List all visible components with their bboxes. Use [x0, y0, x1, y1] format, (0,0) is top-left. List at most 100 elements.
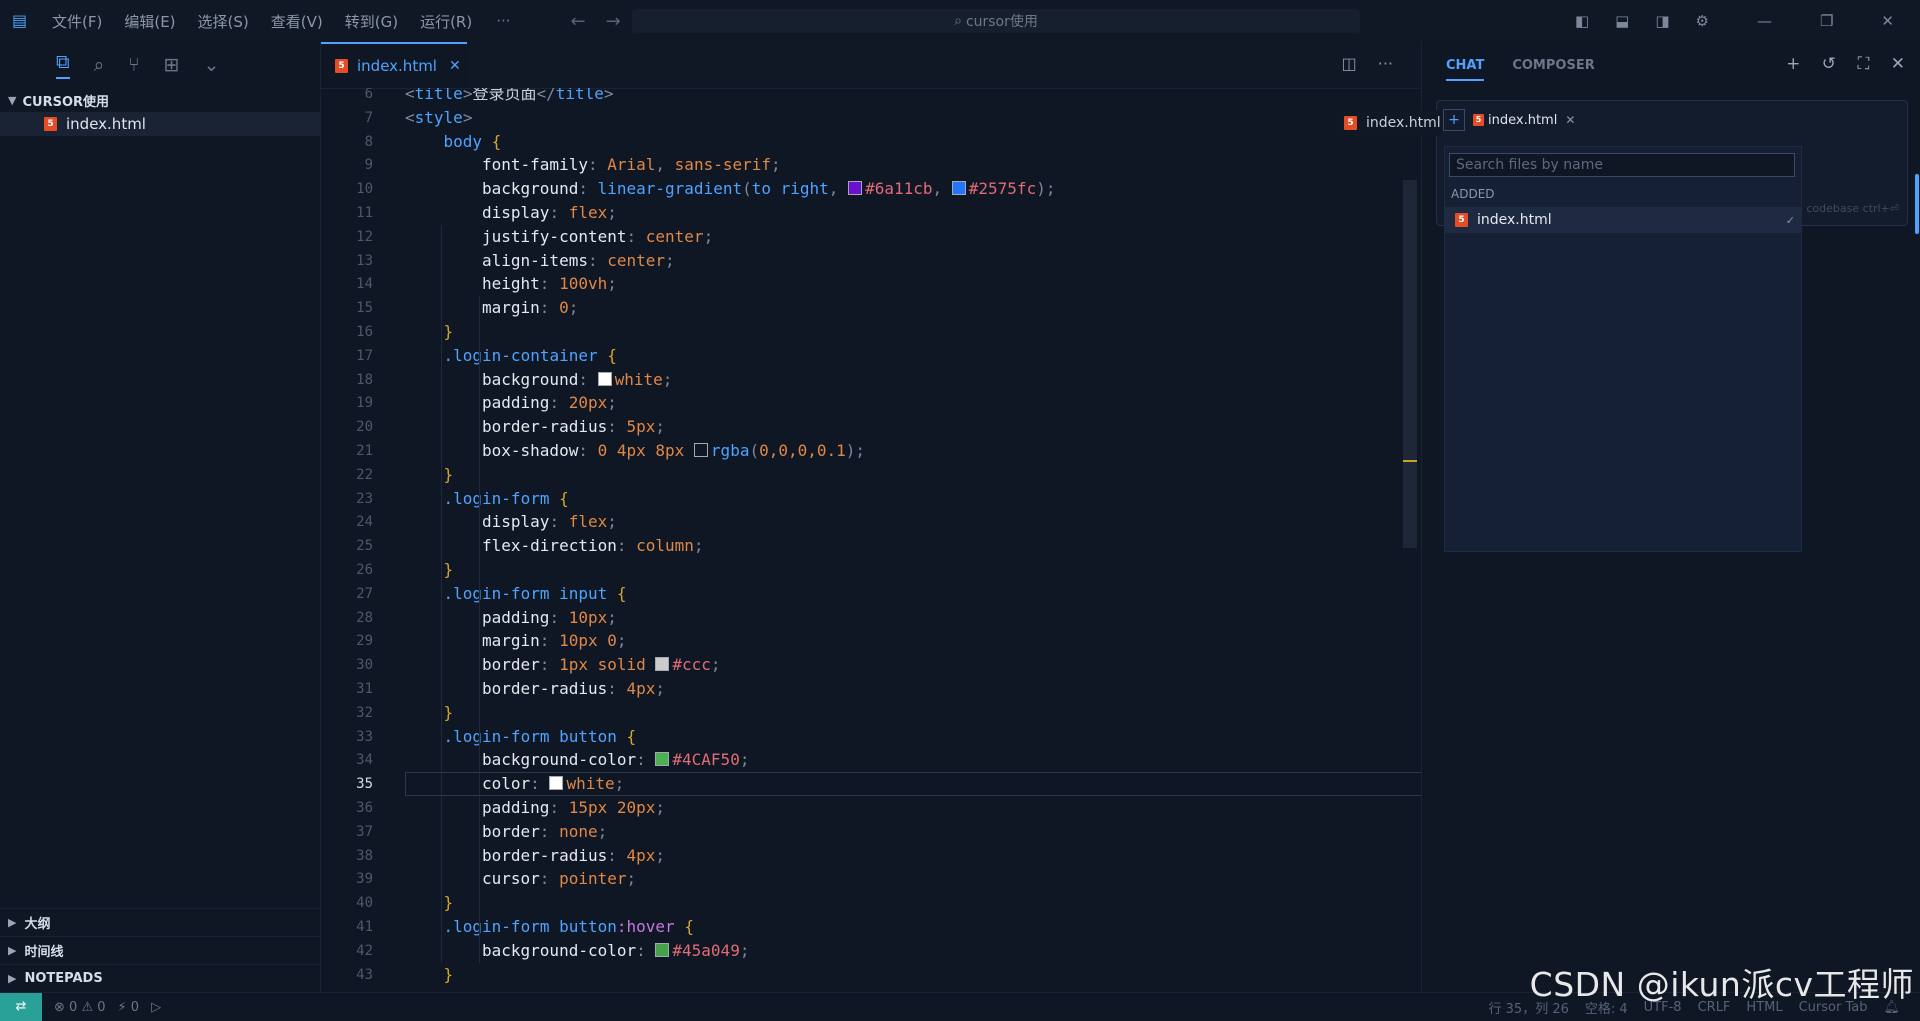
menu-selection[interactable]: 选择(S)	[198, 11, 249, 32]
drag-file-item[interactable]: 5 index.html	[1334, 110, 1442, 136]
code-line[interactable]: 41 .login-form button:hover {	[321, 915, 1421, 939]
code-line[interactable]: 39 cursor: pointer;	[321, 867, 1421, 891]
color-swatch[interactable]	[848, 181, 863, 196]
code-line[interactable]: 21 box-shadow: 0 4px 8px rgba(0,0,0,0.1);	[321, 439, 1421, 463]
error-count[interactable]: ⊗ 0 ⚠ 0	[54, 1000, 106, 1015]
source-control-icon[interactable]: ⑂	[128, 54, 139, 76]
code-line[interactable]: 19 padding: 20px;	[321, 391, 1421, 415]
app-logo-icon[interactable]: ▤	[12, 12, 32, 30]
tab-composer[interactable]: COMPOSER	[1512, 58, 1594, 73]
code-line[interactable]: 6 <title>登录页面</title>	[321, 88, 1421, 106]
color-swatch[interactable]	[655, 752, 670, 767]
menu-more-icon[interactable]: ···	[496, 12, 510, 30]
context-chip[interactable]: 5 index.html ✕	[1473, 113, 1575, 128]
explorer-folder-header[interactable]: ▼ CURSOR使用	[0, 88, 320, 112]
code-line[interactable]: 23 .login-form {	[321, 487, 1421, 511]
remove-chip-icon[interactable]: ✕	[1565, 113, 1575, 127]
settings-gear-icon[interactable]: ⚙	[1696, 12, 1709, 30]
code-line[interactable]: 8 body {	[321, 130, 1421, 154]
close-panel-icon[interactable]: ✕	[1891, 54, 1905, 74]
maximize-icon[interactable]: ⛶	[1857, 54, 1869, 74]
code-line[interactable]: 25 flex-direction: column;	[321, 534, 1421, 558]
code-line[interactable]: 9 font-family: Arial, sans-serif;	[321, 153, 1421, 177]
code-line[interactable]: 32}	[321, 701, 1421, 725]
back-arrow-icon[interactable]: ←	[571, 11, 586, 32]
code-line[interactable]: 43}	[321, 963, 1421, 987]
editor-actions: ◫ ···	[1326, 54, 1393, 73]
panel-scrollbar[interactable]	[1915, 174, 1919, 234]
remote-indicator-icon[interactable]: ⇄	[0, 993, 42, 1021]
picker-file-item[interactable]: 5 index.html ✓	[1445, 207, 1801, 233]
more-actions-icon[interactable]: ···	[1378, 54, 1393, 73]
code-line[interactable]: 22}	[321, 463, 1421, 487]
code-line[interactable]: 18 background: white;	[321, 368, 1421, 392]
toggle-panel-icon[interactable]: ⬓	[1615, 12, 1629, 30]
code-line[interactable]: 7 <style>	[321, 106, 1421, 130]
code-line[interactable]: 33 .login-form button {	[321, 725, 1421, 749]
color-swatch[interactable]	[951, 181, 966, 196]
code-line[interactable]: 27 .login-form input {	[321, 582, 1421, 606]
code-line[interactable]: 35 color: white;	[321, 772, 1421, 797]
code-line[interactable]: 28 padding: 10px;	[321, 606, 1421, 630]
tab-chat[interactable]: CHAT	[1446, 50, 1485, 81]
menu-go[interactable]: 转到(G)	[345, 11, 398, 32]
ports-indicator[interactable]: ⚡ 0	[118, 1000, 140, 1015]
explorer-icon[interactable]: ⧉	[56, 51, 70, 79]
code-line[interactable]: 10 background: linear-gradient(to right, …	[321, 177, 1421, 201]
code-line[interactable]: 38 border-radius: 4px;	[321, 844, 1421, 868]
code-line[interactable]: 31 border-radius: 4px;	[321, 677, 1421, 701]
code-line[interactable]: 16}	[321, 320, 1421, 344]
code-line[interactable]: 26}	[321, 558, 1421, 582]
forward-arrow-icon[interactable]: →	[606, 11, 621, 32]
code-line[interactable]: 12 justify-content: center;	[321, 225, 1421, 249]
code-line[interactable]: 36 padding: 15px 20px;	[321, 796, 1421, 820]
code-line[interactable]: 29 margin: 10px 0;	[321, 629, 1421, 653]
color-swatch[interactable]	[549, 776, 564, 791]
minimize-icon[interactable]: —	[1757, 12, 1772, 30]
code-editor[interactable]: 6 <title>登录页面</title> 7 <style> 8 body {9 font…	[321, 88, 1421, 992]
code-line[interactable]: 42 background-color: #45a049;	[321, 939, 1421, 963]
color-swatch[interactable]	[655, 942, 670, 957]
toggle-secondary-sidebar-icon[interactable]: ◨	[1655, 12, 1669, 30]
code-token: </	[536, 88, 556, 103]
codebase-hint[interactable]: codebase ctrl+⏎	[1806, 202, 1899, 215]
section-timeline[interactable]: ▶ 时间线	[0, 936, 320, 964]
menu-run[interactable]: 运行(R)	[420, 11, 472, 32]
explorer-file-item[interactable]: 5 index.html	[0, 112, 320, 136]
code-line[interactable]: 40}	[321, 891, 1421, 915]
add-context-button[interactable]: +	[1443, 109, 1465, 131]
search-view-icon[interactable]: ⌕	[94, 54, 105, 76]
close-window-icon[interactable]: ✕	[1881, 12, 1894, 30]
file-search-input[interactable]: Search files by name	[1449, 153, 1795, 177]
color-swatch[interactable]	[693, 443, 708, 457]
menu-file[interactable]: 文件(F)	[52, 11, 102, 32]
section-notepads[interactable]: ▶ NOTEPADS	[0, 964, 320, 992]
menu-edit[interactable]: 编辑(E)	[124, 11, 175, 32]
menu-view[interactable]: 查看(V)	[271, 11, 323, 32]
extensions-icon[interactable]: ⊞	[164, 54, 180, 76]
debug-icon[interactable]: ▷	[151, 1000, 161, 1015]
code-line[interactable]: 34 background-color: #4CAF50;	[321, 748, 1421, 772]
code-line[interactable]: 30 border: 1px solid #ccc;	[321, 653, 1421, 677]
code-token: ;	[771, 155, 781, 175]
color-swatch[interactable]	[597, 371, 612, 386]
code-line[interactable]: 15 margin: 0;	[321, 296, 1421, 320]
code-line[interactable]: 14 height: 100vh;	[321, 272, 1421, 296]
section-outline[interactable]: ▶ 大纲	[0, 908, 320, 936]
tab-index-html[interactable]: 5 index.html ✕	[321, 42, 467, 88]
code-line[interactable]: 20 border-radius: 5px;	[321, 415, 1421, 439]
new-chat-icon[interactable]: +	[1786, 54, 1800, 74]
code-line[interactable]: 24 display: flex;	[321, 510, 1421, 534]
code-line[interactable]: 17 .login-container {	[321, 344, 1421, 368]
split-editor-icon[interactable]: ◫	[1342, 54, 1357, 73]
command-center-search[interactable]: ⌕ cursor使用	[632, 9, 1360, 33]
chevron-down-icon[interactable]: ⌄	[204, 54, 220, 76]
history-icon[interactable]: ↺	[1822, 54, 1836, 74]
code-line[interactable]: 37 border: none;	[321, 820, 1421, 844]
code-line[interactable]: 13 align-items: center;	[321, 249, 1421, 273]
toggle-primary-sidebar-icon[interactable]: ◧	[1575, 12, 1589, 30]
restore-icon[interactable]: ❐	[1820, 12, 1833, 30]
color-swatch[interactable]	[655, 657, 670, 672]
code-line[interactable]: 11 display: flex;	[321, 201, 1421, 225]
close-tab-icon[interactable]: ✕	[449, 58, 461, 74]
